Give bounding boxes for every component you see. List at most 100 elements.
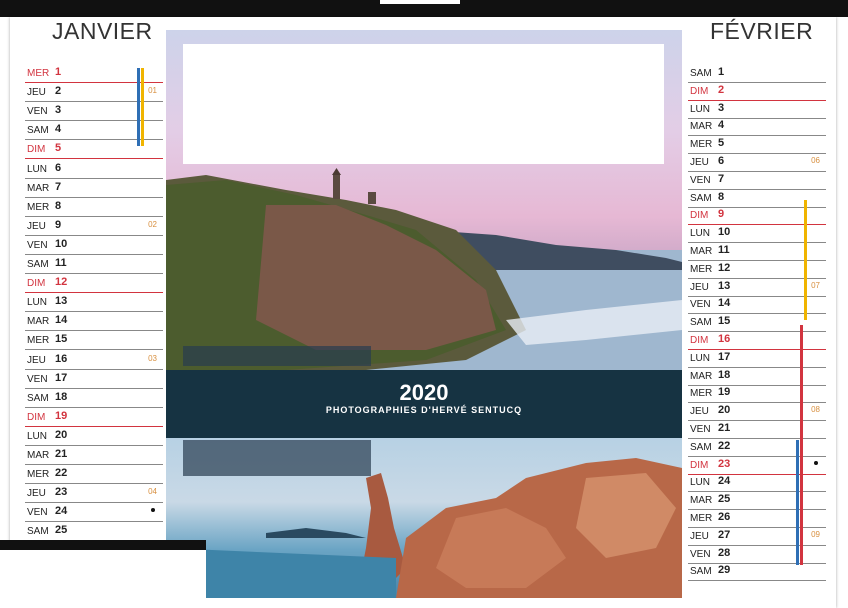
day-of-week: MAR — [690, 121, 713, 133]
week-number: 06 — [811, 156, 820, 165]
day-number: 27 — [718, 528, 731, 541]
day-number: 6 — [718, 155, 725, 167]
day-of-week: MAR — [27, 182, 50, 194]
day-of-week: DIM — [27, 411, 46, 423]
week-number: 01 — [148, 86, 157, 96]
day-number: 13 — [718, 279, 731, 292]
blank-logo-area — [183, 44, 664, 164]
day-of-week: LUN — [690, 103, 711, 115]
day-of-week: SAM — [27, 259, 49, 270]
day-of-week: SAM — [690, 68, 712, 79]
day-of-week: VEN — [27, 106, 48, 118]
day-number: 23 — [718, 457, 731, 470]
day-of-week: JEU — [690, 530, 709, 542]
day-row: SAM 1 — [688, 64, 826, 83]
day-of-week: LUN — [27, 430, 48, 442]
day-number: 15 — [55, 333, 68, 346]
day-row: SAM 25 — [25, 522, 163, 542]
day-row: VEN 28 — [688, 545, 826, 564]
bottom-photo-caption — [183, 440, 371, 476]
day-row: DIM 19 — [25, 408, 163, 427]
day-row: MAR 25 — [688, 491, 826, 511]
day-number: 25 — [55, 524, 68, 537]
day-number: 6 — [55, 161, 62, 174]
day-row: VEN 7 — [688, 171, 826, 190]
day-number: 25 — [718, 493, 731, 506]
day-of-week: JEU — [27, 488, 46, 500]
day-row: SAM 11 — [25, 255, 163, 274]
day-of-week: MER — [690, 513, 713, 524]
legend-footer — [200, 597, 836, 605]
day-of-week: MER — [690, 139, 713, 151]
day-of-week: LUN — [27, 163, 48, 175]
day-of-week: MAR — [690, 370, 713, 382]
day-number: 3 — [718, 101, 725, 114]
day-of-week: MER — [690, 263, 713, 275]
day-of-week: SAM — [690, 566, 712, 578]
day-row: MAR 7 — [25, 179, 163, 198]
day-row: SAM 29 — [688, 562, 826, 582]
day-row: DIM 12 — [25, 274, 163, 294]
week-number: 08 — [811, 405, 820, 415]
week-number: 02 — [148, 219, 157, 229]
day-of-week: JEU — [27, 87, 46, 99]
day-of-week: VEN — [690, 174, 711, 186]
day-row: VEN 17 — [25, 370, 163, 389]
day-of-week: LUN — [690, 477, 711, 489]
day-number: 11 — [718, 244, 730, 256]
day-number: 18 — [718, 368, 731, 381]
packaging-sheet — [0, 550, 206, 608]
day-number: 11 — [55, 257, 67, 269]
top-photo-caption — [183, 346, 371, 366]
day-of-week: DIM — [690, 85, 709, 97]
day-number: 16 — [718, 333, 731, 345]
day-of-week: VEN — [27, 373, 48, 385]
week-number: 07 — [811, 280, 820, 290]
day-of-week: VEN — [690, 299, 711, 311]
day-of-week: LUN — [27, 297, 48, 309]
day-number: 24 — [55, 505, 68, 518]
day-of-week: VEN — [27, 239, 48, 251]
day-number: 15 — [718, 315, 731, 328]
february-blue-bar — [796, 440, 799, 565]
day-of-week: DIM — [27, 278, 46, 290]
day-of-week: DIM — [690, 459, 709, 471]
day-number: 29 — [718, 564, 731, 577]
day-row: LUN 13 — [25, 293, 163, 313]
day-number: 17 — [55, 371, 68, 384]
week-number: 04 — [148, 487, 157, 497]
day-of-week: JEU — [690, 281, 709, 293]
day-row: MER 5 — [688, 135, 826, 155]
day-number: 10 — [718, 226, 731, 239]
day-row: DIM 23 — [688, 456, 826, 475]
day-row: MER 15 — [25, 331, 163, 351]
day-number: 7 — [718, 172, 725, 185]
day-row: MAR 18 — [688, 367, 826, 386]
day-number: 18 — [55, 390, 68, 403]
day-number: 5 — [718, 137, 725, 150]
day-of-week: MAR — [27, 450, 50, 461]
day-number: 2 — [718, 83, 725, 96]
day-row: MER 8 — [25, 198, 163, 217]
february-title: FÉVRIER — [710, 18, 814, 44]
day-of-week: MER — [27, 335, 50, 347]
day-row: JEU 6 06 — [688, 153, 826, 172]
day-of-week: JEU — [27, 220, 46, 232]
day-number: 24 — [718, 475, 731, 488]
week-number: 09 — [811, 529, 820, 539]
january-title: JANVIER — [52, 18, 153, 44]
photographer-subtitle: PHOTOGRAPHIES D'HERVÉ SENTUCQ — [325, 405, 523, 415]
day-number: 20 — [55, 428, 68, 441]
day-of-week: SAM — [27, 392, 49, 404]
day-row: MER 22 — [25, 465, 163, 485]
day-number: 1 — [55, 66, 62, 78]
day-row: JEU 9 02 — [25, 217, 163, 236]
new-moon-icon — [814, 460, 818, 465]
day-number: 5 — [55, 142, 62, 155]
day-row: SAM 22 — [688, 438, 826, 457]
day-of-week: SAM — [27, 526, 49, 538]
day-number: 4 — [55, 123, 62, 136]
january-blue-bar — [137, 68, 140, 146]
day-number: 8 — [718, 190, 725, 203]
day-number: 23 — [55, 486, 68, 499]
